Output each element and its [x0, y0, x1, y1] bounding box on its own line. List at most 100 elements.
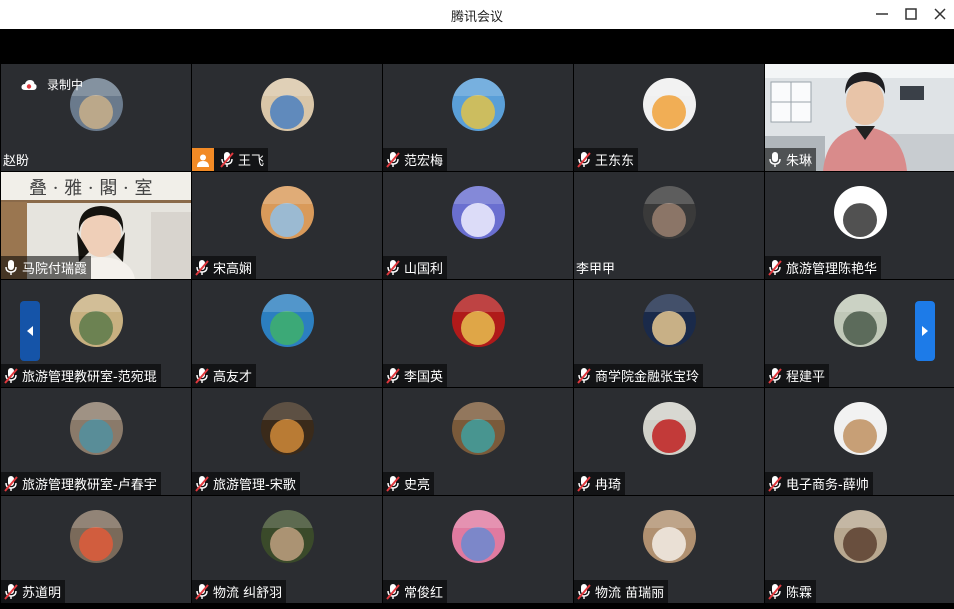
participant-name: 旅游管理陈艳华 — [786, 262, 878, 277]
participant-name: 旅游管理教研室-卢春宇 — [22, 478, 157, 493]
participant-tile[interactable]: 李国英 — [383, 280, 573, 387]
participant-name: 王东东 — [595, 154, 635, 169]
participant-name: 陈霖 — [786, 586, 813, 601]
maximize-button[interactable] — [900, 4, 922, 24]
participant-nameplate: 物流 纠舒羽 — [192, 580, 287, 603]
window-title: 腾讯会议 — [450, 10, 503, 25]
participant-name: 朱琳 — [786, 154, 813, 169]
participant-tile[interactable]: 高友才 — [192, 280, 382, 387]
participant-name: 物流 纠舒羽 — [213, 586, 283, 601]
participant-name: 赵盼 — [3, 154, 30, 169]
street-photo-icon — [70, 402, 123, 455]
mic-muted-icon — [768, 367, 782, 384]
mic-muted-icon — [577, 475, 591, 492]
participant-tile[interactable]: 陈霖 — [765, 496, 954, 603]
previous-page-button[interactable] — [20, 301, 40, 361]
close-button[interactable] — [929, 4, 951, 24]
participant-tile[interactable]: 商学院金融张宝玲 — [574, 280, 764, 387]
flower-icon — [643, 78, 696, 131]
participant-nameplate: 马院付瑞霞 — [1, 256, 92, 279]
participant-nameplate: 王飞 — [192, 148, 269, 171]
participant-tile[interactable]: 赵盼 录制中 — [1, 64, 191, 171]
participant-name: 物流 苗瑞丽 — [595, 586, 665, 601]
svg-text:叠 · 雅 · 閣 · 室: 叠 · 雅 · 閣 · 室 — [29, 178, 153, 199]
mic-muted-icon — [386, 151, 400, 168]
participant-tile[interactable]: 旅游管理教研室-卢春宇 — [1, 388, 191, 495]
participant-tile[interactable]: 朱琳 — [765, 64, 954, 171]
participant-name: 苏道明 — [22, 586, 62, 601]
participant-name: 王飞 — [238, 154, 265, 169]
mic-muted-icon — [768, 259, 782, 276]
chevron-left-icon — [27, 326, 33, 336]
participant-tile[interactable]: 旅游管理陈艳华 — [765, 172, 954, 279]
cartoon-avatar-icon — [834, 186, 887, 239]
participant-tile[interactable]: 史亮 — [383, 388, 573, 495]
participant-nameplate: 山国利 — [383, 256, 448, 279]
participant-nameplate: 旅游管理教研室-卢春宇 — [1, 472, 161, 495]
recording-indicator[interactable]: 录制中 — [21, 76, 83, 93]
participant-tile[interactable]: 冉琦 — [574, 388, 764, 495]
participant-tile[interactable]: 叠 · 雅 · 閣 · 室马院付瑞霞 — [1, 172, 191, 279]
participant-tile[interactable]: 常俊红 — [383, 496, 573, 603]
wheat-photo-icon — [452, 78, 505, 131]
participant-name: 程建平 — [786, 370, 826, 385]
participant-nameplate: 朱琳 — [765, 148, 817, 171]
mic-icon — [5, 259, 17, 275]
mic-muted-icon — [195, 259, 209, 276]
participant-tile[interactable]: 范宏梅 — [383, 64, 573, 171]
woman-photo-icon — [261, 510, 314, 563]
mic-muted-icon — [386, 475, 400, 492]
host-user-icon — [192, 148, 214, 171]
video-toolbar-area — [0, 29, 954, 63]
participant-tile[interactable]: 旅游管理-宋歌 — [192, 388, 382, 495]
participant-name: 史亮 — [404, 478, 431, 493]
couple-photo-icon — [834, 510, 887, 563]
participant-tile[interactable]: 宋高娴 — [192, 172, 382, 279]
mic-muted-icon — [577, 151, 591, 168]
room-photo-icon — [834, 402, 887, 455]
participant-nameplate: 赵盼 — [1, 148, 33, 171]
participant-nameplate: 程建平 — [765, 364, 830, 387]
participant-grid: 赵盼 录制中 王飞 范宏梅 王东东 朱琳叠 · 雅 · 閣 · 室马院付瑞霞 宋高娴 山国利李… — [0, 63, 954, 603]
mic-muted-icon — [195, 475, 209, 492]
participant-nameplate: 商学院金融张宝玲 — [574, 364, 704, 387]
participant-tile[interactable]: 王东东 — [574, 64, 764, 171]
castle-photo-icon — [261, 78, 314, 131]
mic-muted-icon — [195, 367, 209, 384]
participant-name: 常俊红 — [404, 586, 444, 601]
participant-nameplate: 物流 苗瑞丽 — [574, 580, 669, 603]
mic-muted-icon — [4, 583, 18, 600]
minimize-icon — [876, 13, 888, 15]
participant-nameplate: 常俊红 — [383, 580, 448, 603]
next-page-button[interactable] — [915, 301, 935, 361]
title-bar: 腾讯会议 — [0, 0, 954, 29]
bowl-photo-icon — [452, 402, 505, 455]
mic-icon — [769, 151, 781, 167]
participant-name: 马院付瑞霞 — [22, 262, 88, 277]
mic-muted-icon — [4, 475, 18, 492]
participant-tile[interactable]: 电子商务-薛帅 — [765, 388, 954, 495]
participant-nameplate: 李甲甲 — [574, 256, 619, 279]
mic-muted-icon — [577, 583, 591, 600]
participant-nameplate: 陈霖 — [765, 580, 817, 603]
participant-tile[interactable]: 李甲甲 — [574, 172, 764, 279]
beach-photo-icon — [261, 294, 314, 347]
participant-tile[interactable]: 王飞 — [192, 64, 382, 171]
participant-tile[interactable]: 山国利 — [383, 172, 573, 279]
participant-tile[interactable]: 苏道明 — [1, 496, 191, 603]
mic-muted-icon — [195, 583, 209, 600]
participant-tile[interactable]: 物流 纠舒羽 — [192, 496, 382, 603]
chevron-right-icon — [922, 326, 928, 336]
sunset-photo-icon — [452, 510, 505, 563]
minimize-button[interactable] — [871, 4, 893, 24]
participant-name: 范宏梅 — [404, 154, 444, 169]
participant-name: 高友才 — [213, 370, 253, 385]
pearl-earring-icon — [643, 294, 696, 347]
mic-muted-icon — [220, 151, 234, 168]
cloud-record-icon — [21, 79, 37, 90]
participant-tile[interactable]: 物流 苗瑞丽 — [574, 496, 764, 603]
participant-name: 李国英 — [404, 370, 444, 385]
food-photo-icon — [70, 510, 123, 563]
participant-nameplate: 电子商务-薛帅 — [765, 472, 873, 495]
participant-nameplate: 李国英 — [383, 364, 448, 387]
